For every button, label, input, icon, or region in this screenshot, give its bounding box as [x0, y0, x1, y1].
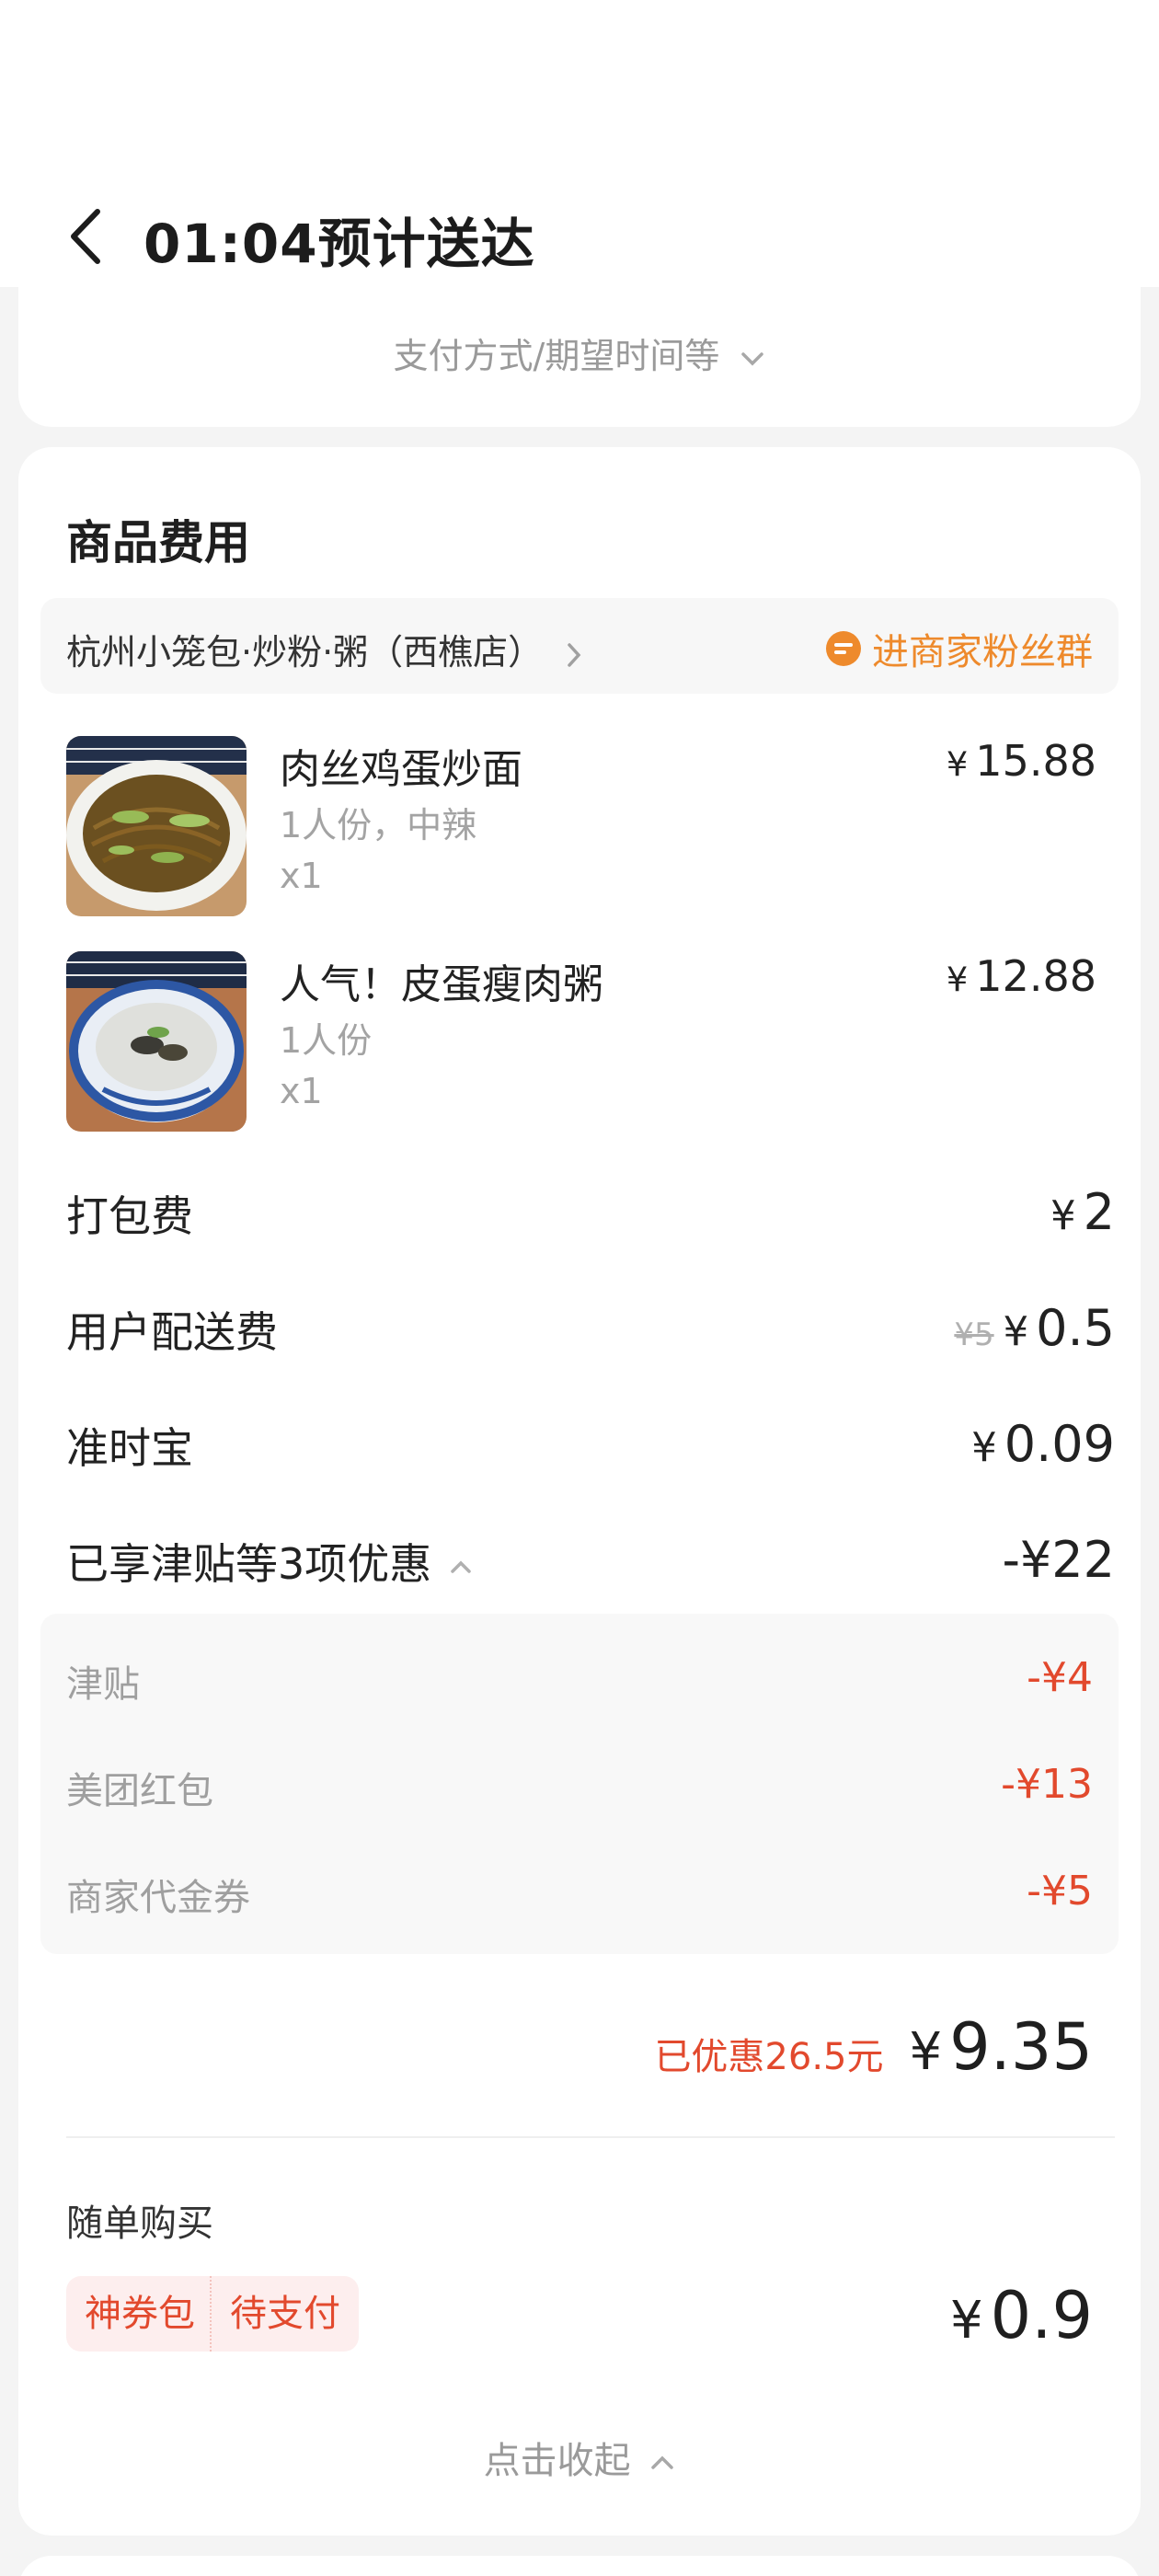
pending-payment-tag: 待支付	[210, 2276, 359, 2352]
back-icon[interactable]	[64, 204, 107, 269]
ontime-fee-label: 准时宝	[66, 1423, 193, 1473]
packing-fee-amount: 2	[1083, 1183, 1115, 1241]
collapse-label: 点击收起	[483, 2440, 631, 2482]
chevron-right-icon	[568, 642, 581, 667]
divider	[66, 2136, 1115, 2138]
total-amount-value: 9.35	[949, 2009, 1093, 2085]
currency-symbol: ¥	[946, 744, 969, 784]
ontime-fee-amount: 0.09	[1004, 1415, 1115, 1473]
packing-fee-value: ¥2	[1050, 1183, 1115, 1241]
fried-noodles-photo	[66, 736, 247, 916]
next-card	[18, 2556, 1141, 2576]
discount-label: 商家代金券	[66, 1877, 250, 1919]
item-price-value: 12.88	[975, 951, 1096, 1001]
chevron-up-icon	[451, 1560, 471, 1573]
discount-value: -¥5	[1027, 1868, 1093, 1915]
ontime-fee-row: 准时宝 ¥0.09	[66, 1415, 1115, 1479]
section-title: 商品费用	[66, 516, 250, 569]
goods-fee-card: 商品费用 杭州小笼包·炒粉·粥（西樵店） 进商家粉丝群 肉丝鸡蛋炒面 1人份，中…	[18, 447, 1141, 2536]
order-options-card: 支付方式/期望时间等	[18, 287, 1141, 427]
currency-symbol: ¥	[946, 960, 969, 999]
item-price: ¥15.88	[947, 736, 1096, 786]
delivery-fee-amount: 0.5	[1036, 1299, 1115, 1357]
payment-options-label: 支付方式/期望时间等	[393, 336, 720, 376]
addon-title: 随单购买	[66, 2202, 213, 2245]
item-spec: 1人份，中辣	[280, 805, 477, 845]
item-name: 人气！皮蛋瘦肉粥	[280, 961, 603, 1008]
discount-summary-text: 已享津贴等3项优惠	[66, 1539, 432, 1589]
packing-fee-row: 打包费 ¥2	[66, 1183, 1115, 1248]
item-price-value: 15.88	[975, 736, 1096, 786]
discount-summary-row[interactable]: 已享津贴等3项优惠 -¥22	[66, 1531, 1115, 1595]
item-name: 肉丝鸡蛋炒面	[280, 746, 522, 793]
shop-name: 杭州小笼包·炒粉·粥（西樵店）	[66, 632, 544, 673]
discount-detail-box: 津贴 -¥4 美团红包 -¥13 商家代金券 -¥5	[40, 1614, 1119, 1954]
delivery-fee-row: 用户配送费 ¥5 ¥0.5	[66, 1299, 1115, 1363]
list-item[interactable]: 肉丝鸡蛋炒面 1人份，中辣 x1 ¥15.88	[66, 736, 1096, 920]
currency-symbol: ¥	[1003, 1309, 1029, 1355]
saved-amount: 已优惠26.5元	[654, 2036, 884, 2078]
item-spec: 1人份	[280, 1020, 373, 1061]
chat-bubble-icon	[826, 631, 861, 666]
currency-symbol: ¥	[1050, 1193, 1076, 1239]
top-bar: 01:04预计送达	[0, 0, 1159, 287]
shop-link[interactable]: 杭州小笼包·炒粉·粥（西樵店）	[66, 624, 583, 674]
list-item[interactable]: 人气！皮蛋瘦肉粥 1人份 x1 ¥12.88	[66, 951, 1096, 1135]
chevron-down-icon	[741, 351, 764, 365]
currency-symbol: ¥	[909, 2022, 943, 2082]
currency-symbol: ¥	[950, 2291, 983, 2351]
fans-group-button[interactable]: 进商家粉丝群	[824, 622, 1093, 675]
collapse-button[interactable]: 点击收起	[18, 2431, 1141, 2484]
ontime-fee-value: ¥0.09	[971, 1415, 1115, 1473]
discount-value: -¥13	[1001, 1761, 1093, 1808]
discount-label: 美团红包	[66, 1770, 213, 1812]
coupon-pack-tag[interactable]: 神券包	[66, 2276, 213, 2352]
fans-group-label: 进商家粉丝群	[872, 631, 1093, 673]
item-qty: x1	[280, 1071, 323, 1111]
item-qty: x1	[280, 856, 323, 896]
discount-summary-value: -¥22	[1002, 1531, 1115, 1589]
payment-options-toggle[interactable]: 支付方式/期望时间等	[18, 328, 1141, 378]
congee-photo	[66, 951, 247, 1132]
addon-price: ¥0.9	[950, 2278, 1093, 2353]
discount-value: -¥4	[1027, 1654, 1093, 1701]
chevron-up-icon	[651, 2455, 674, 2469]
delivery-fee-value: ¥5 ¥0.5	[954, 1299, 1115, 1357]
discount-row: 津贴 -¥4	[66, 1654, 1093, 1709]
discount-row: 商家代金券 -¥5	[66, 1868, 1093, 1923]
shop-bar: 杭州小笼包·炒粉·粥（西樵店） 进商家粉丝群	[40, 598, 1119, 694]
total-row: 已优惠26.5元 ¥9.35	[654, 2009, 1093, 2085]
packing-fee-label: 打包费	[66, 1191, 193, 1241]
discount-row: 美团红包 -¥13	[66, 1761, 1093, 1816]
addon-price-value: 0.9	[990, 2278, 1093, 2353]
currency-symbol: ¥	[971, 1425, 997, 1471]
discount-label: 津贴	[66, 1663, 140, 1706]
page-title: 01:04预计送达	[143, 213, 535, 275]
discount-summary-label: 已享津贴等3项优惠	[66, 1531, 473, 1592]
delivery-fee-label: 用户配送费	[66, 1307, 278, 1357]
item-price: ¥12.88	[947, 951, 1096, 1001]
original-delivery-fee: ¥5	[954, 1317, 994, 1353]
total-amount: ¥9.35	[910, 2009, 1094, 2085]
